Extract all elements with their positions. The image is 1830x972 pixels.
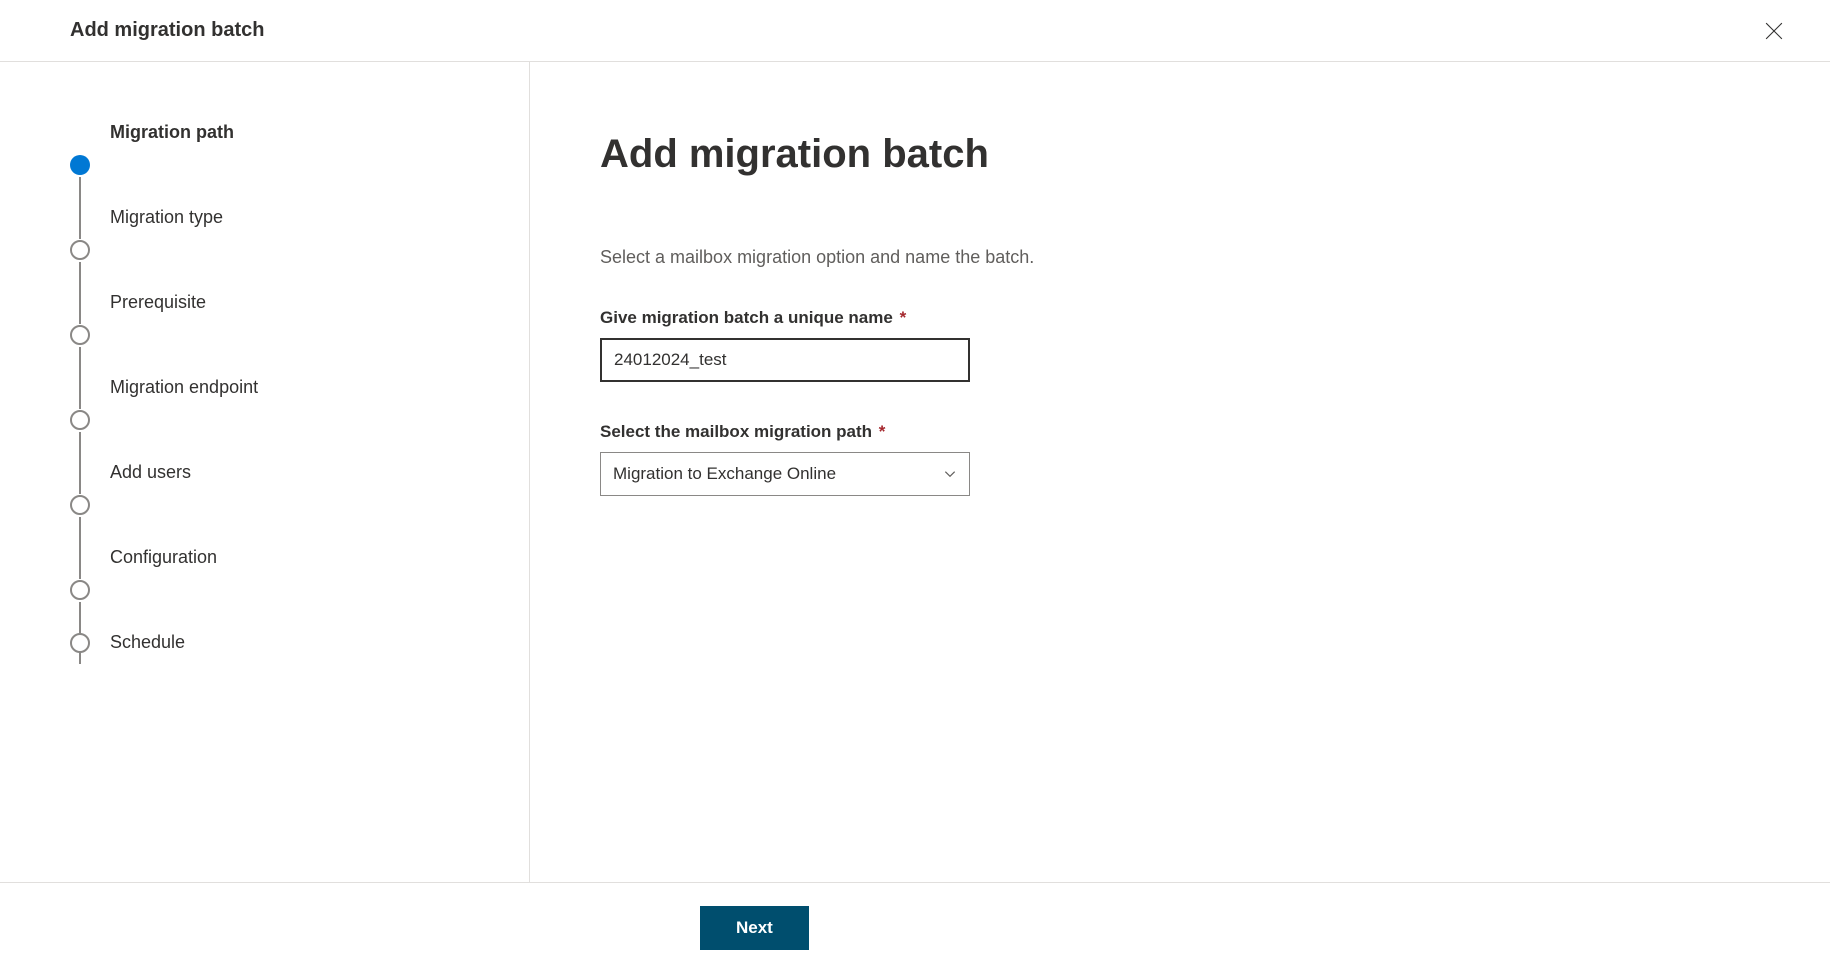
migration-path-label-text: Select the mailbox migration path: [600, 422, 872, 441]
step-prerequisite[interactable]: Prerequisite: [70, 292, 489, 377]
migration-path-dropdown[interactable]: Migration to Exchange Online: [600, 452, 970, 496]
wizard-steps: Migration path Migration type Prerequisi…: [70, 122, 489, 653]
page-title: Add migration batch: [600, 132, 1750, 177]
batch-name-label: Give migration batch a unique name *: [600, 308, 1750, 328]
step-indicator-icon: [70, 155, 90, 175]
step-label: Schedule: [110, 632, 185, 653]
step-indicator-icon: [70, 325, 90, 345]
step-label: Prerequisite: [110, 292, 206, 313]
batch-name-label-text: Give migration batch a unique name: [600, 308, 893, 327]
step-connector: [79, 432, 81, 494]
step-indicator-icon: [70, 580, 90, 600]
next-button[interactable]: Next: [700, 906, 809, 950]
migration-path-group: Select the mailbox migration path * Migr…: [600, 422, 1750, 496]
dialog-header: Add migration batch: [0, 0, 1830, 62]
step-migration-path[interactable]: Migration path: [70, 122, 489, 207]
dialog-footer: Next: [0, 882, 1830, 972]
required-indicator: *: [900, 308, 907, 327]
step-label: Migration endpoint: [110, 377, 258, 398]
dropdown-selected-value: Migration to Exchange Online: [613, 464, 836, 484]
step-migration-endpoint[interactable]: Migration endpoint: [70, 377, 489, 462]
step-connector: [79, 517, 81, 579]
batch-name-group: Give migration batch a unique name *: [600, 308, 1750, 382]
step-connector: [79, 177, 81, 239]
step-indicator-icon: [70, 410, 90, 430]
step-indicator-icon: [70, 633, 90, 653]
main-content: Add migration batch Select a mailbox mig…: [530, 62, 1830, 882]
step-connector: [79, 347, 81, 409]
wizard-sidebar: Migration path Migration type Prerequisi…: [0, 62, 530, 882]
step-configuration[interactable]: Configuration: [70, 547, 489, 632]
body-container: Migration path Migration type Prerequisi…: [0, 62, 1830, 882]
migration-path-label: Select the mailbox migration path *: [600, 422, 1750, 442]
step-add-users[interactable]: Add users: [70, 462, 489, 547]
chevron-down-icon: [943, 467, 957, 481]
step-label: Migration path: [110, 122, 234, 143]
step-schedule[interactable]: Schedule: [70, 632, 489, 653]
step-label: Migration type: [110, 207, 223, 228]
required-indicator: *: [879, 422, 886, 441]
step-label: Add users: [110, 462, 191, 483]
header-title: Add migration batch: [70, 19, 264, 42]
step-indicator-icon: [70, 240, 90, 260]
batch-name-input[interactable]: [600, 338, 970, 382]
close-button[interactable]: [1758, 15, 1790, 47]
close-icon: [1765, 22, 1783, 40]
step-label: Configuration: [110, 547, 217, 568]
step-migration-type[interactable]: Migration type: [70, 207, 489, 292]
step-connector: [79, 262, 81, 324]
page-description: Select a mailbox migration option and na…: [600, 247, 1750, 268]
step-indicator-icon: [70, 495, 90, 515]
